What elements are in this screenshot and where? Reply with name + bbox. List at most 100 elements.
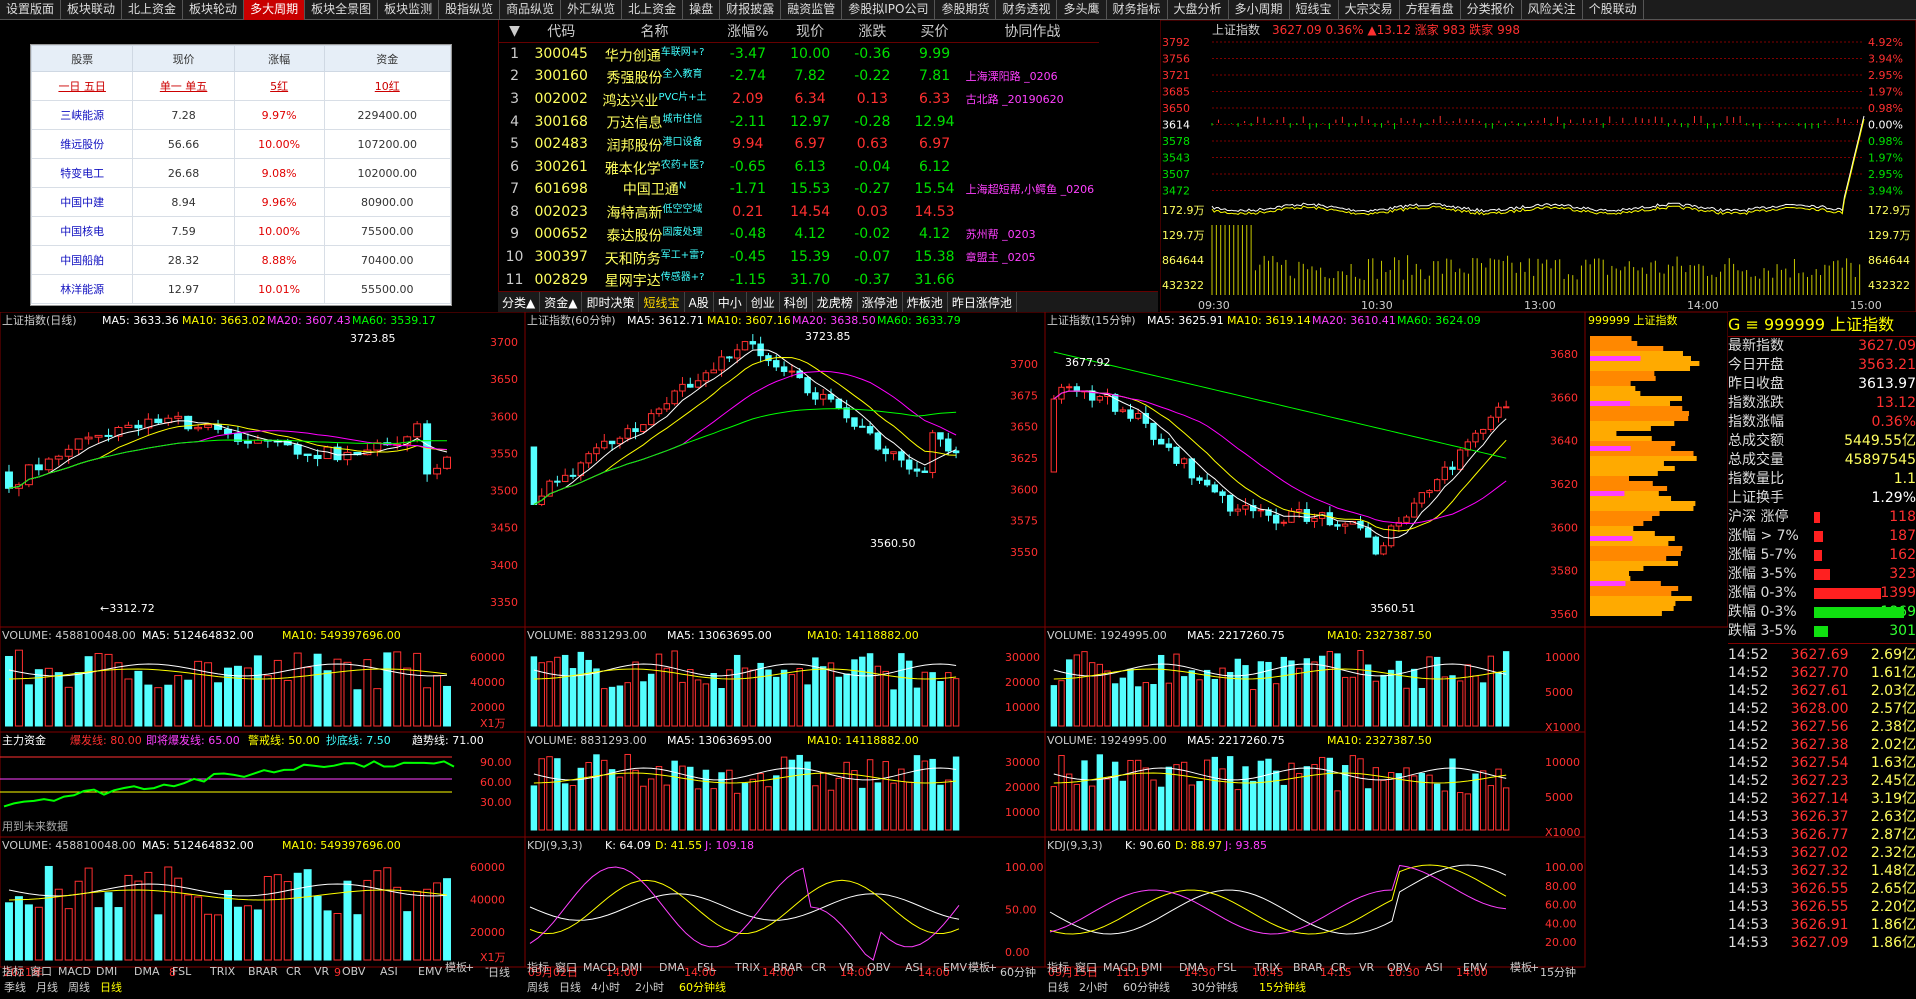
profile-bar — [1590, 366, 1691, 371]
stock-cell: -0.07 — [854, 249, 891, 266]
table-row[interactable]: 6 300261 雅本化学农药+医? -0.65 6.13 -0.04 6.12 — [499, 156, 1099, 179]
tab-12[interactable]: 财报披露 — [720, 0, 782, 20]
m60-vol-bar — [561, 654, 569, 727]
stock-header-1[interactable]: 代码 — [530, 20, 593, 43]
intraday-tick: 3685 — [1162, 86, 1190, 99]
table-row[interactable]: 中国核电 7.59 10.00% 75500.00 — [30, 216, 452, 246]
intraday-tick: 3721 — [1162, 69, 1190, 82]
table-row[interactable]: 三峡能源 7.28 9.97% 229400.00 — [30, 100, 452, 130]
table-row[interactable]: 10 300397 天和防务军工+雷? -0.45 15.39 -0.07 15.38 章盟主… — [499, 246, 1099, 269]
stock-header-5[interactable]: 涨跌 — [841, 20, 904, 43]
stock-header-0[interactable]: ▼ — [499, 20, 531, 43]
stock-cell: -2.74 — [729, 68, 766, 85]
daily-vol2-bar — [34, 906, 43, 961]
table-row[interactable]: 3 002002 鸿达兴业PVC片+土 2.09 6.34 0.13 6.33 古北路 _20… — [499, 88, 1099, 111]
tab-24[interactable]: 分类报价 — [1461, 0, 1522, 20]
tab-11[interactable]: 操盘 — [683, 0, 721, 20]
indicator-BRAR: BRAR — [773, 961, 803, 974]
indicator-BRAR: BRAR — [248, 965, 278, 978]
table-row[interactable]: 林洋能源 12.97 10.01% 55500.00 — [30, 274, 452, 304]
tab-3[interactable]: 板块轮动 — [183, 0, 245, 20]
tick-price: 3627.69 — [1790, 647, 1849, 663]
tab-14[interactable]: 参股拟IPO公司 — [842, 0, 936, 20]
tab-8[interactable]: 商品纵览 — [500, 0, 562, 20]
table-row[interactable]: 中国船舶 28.32 8.88% 70400.00 — [30, 245, 452, 275]
category-0[interactable]: 分类▲ — [498, 292, 541, 312]
category-2[interactable]: 即时决策 — [582, 292, 640, 312]
m60-vol2-bar — [812, 785, 819, 831]
tab-2[interactable]: 北上资金 — [122, 0, 184, 20]
tab-23[interactable]: 方程看盘 — [1400, 0, 1461, 20]
table-row[interactable]: 11 002829 星网宇达传感器+? -1.15 31.70 -0.37 31.66 — [499, 268, 1099, 291]
daily-vol-bar — [423, 687, 432, 727]
category-8[interactable]: 龙虎榜 — [813, 292, 858, 312]
tab-10[interactable]: 北上资金 — [622, 0, 684, 20]
category-10[interactable]: 炸板池 — [903, 292, 948, 312]
stock-cell: 601698 — [534, 181, 588, 198]
tab-9[interactable]: 外汇纵览 — [561, 0, 623, 20]
tab-13[interactable]: 融资监管 — [781, 0, 843, 20]
m15-vol-bar — [1127, 668, 1134, 727]
tab-0[interactable]: 设置版面 — [0, 0, 62, 20]
tab-19[interactable]: 大盘分析 — [1168, 0, 1229, 20]
table-row[interactable]: 2 300160 秀强股份全入教育 -2.74 7.82 -0.22 7.81 上海溧阳路 _… — [499, 65, 1099, 88]
daily-vol-tick: 40000 — [470, 676, 505, 689]
tab-26[interactable]: 个股联动 — [1583, 0, 1644, 20]
table-row[interactable]: 维远股份 56.66 10.00% 107200.00 — [30, 129, 452, 159]
stock-cell: 0.03 — [856, 203, 888, 220]
tab-18[interactable]: 财务指标 — [1107, 0, 1168, 20]
daily-vol2-bar — [114, 907, 123, 961]
tab-22[interactable]: 大宗交易 — [1339, 0, 1400, 20]
table-row[interactable]: 8 002023 海特高新低空空域 0.21 14.54 0.03 14.53 — [499, 200, 1099, 223]
tick-row: 14:52 3627.70 1.61亿 — [1728, 664, 1916, 682]
tab-15[interactable]: 参股期货 — [935, 0, 997, 20]
category-6[interactable]: 创业 — [747, 292, 780, 312]
tab-7[interactable]: 股指纵览 — [439, 0, 501, 20]
table-row[interactable]: 5 002483 润邦股份港口设备 9.94 6.97 0.63 6.97 — [499, 133, 1099, 156]
stock-header-6[interactable]: 买价 — [903, 20, 966, 43]
watch-sort-3[interactable]: 10红 — [323, 71, 452, 101]
category-3[interactable]: 短线宝 — [639, 292, 685, 312]
daily-high-label: 3723.85 — [350, 332, 396, 345]
m15-candle — [1372, 536, 1380, 555]
tab-1[interactable]: 板块联动 — [61, 0, 123, 20]
m60-vol2-bar — [624, 753, 631, 831]
tab-20[interactable]: 多小周期 — [1229, 0, 1290, 20]
stock-header-3[interactable]: 涨幅% — [716, 20, 779, 43]
watch-sort-0[interactable]: 一日 五日 — [30, 71, 134, 101]
tab-21[interactable]: 短线宝 — [1290, 0, 1339, 20]
tab-16[interactable]: 财务透视 — [996, 0, 1058, 20]
m15-vol2-bar — [1441, 790, 1449, 831]
category-5[interactable]: 中小 — [714, 292, 747, 312]
m15-kdj-tick: 40.00 — [1545, 917, 1577, 930]
tab-25[interactable]: 风险关注 — [1522, 0, 1583, 20]
period-日线: 日线 — [1047, 980, 1069, 994]
category-4[interactable]: A股 — [685, 292, 714, 312]
tab-5[interactable]: 板块全景图 — [305, 0, 379, 20]
tab-4[interactable]: 多大周期 — [244, 0, 306, 20]
tick-amount: 2.69亿 — [1870, 647, 1916, 663]
category-7[interactable]: 科创 — [780, 292, 813, 312]
daily-vol2-bar — [14, 896, 23, 961]
table-row[interactable]: 中国中建 8.94 9.96% 80900.00 — [30, 187, 452, 217]
table-row[interactable]: 7 601698 中国卫通N -1.71 15.53 -0.27 15.54 上海超短帮,小鳄… — [499, 178, 1099, 200]
table-row[interactable]: 特变电工 26.68 9.08% 102000.00 — [30, 158, 452, 188]
tab-17[interactable]: 多头鹰 — [1057, 0, 1107, 20]
watch-sort-1[interactable]: 单一 单五 — [132, 71, 235, 101]
table-row[interactable]: 1 300045 华力创通车联网+? -3.47 10.00 -0.36 9.99 — [499, 42, 1099, 65]
tab-6[interactable]: 板块监测 — [378, 0, 440, 20]
stock-header-7[interactable]: 协同作战 — [965, 20, 1099, 43]
watch-sort-2[interactable]: 5红 — [233, 71, 325, 101]
category-1[interactable]: 资金▲ — [540, 292, 583, 312]
tick-amount: 2.02亿 — [1870, 737, 1916, 753]
stock-cell: 0.63 — [856, 136, 888, 153]
category-11[interactable]: 昨日涨停池 — [948, 292, 1017, 312]
stock-header-4[interactable]: 现价 — [779, 20, 842, 43]
category-9[interactable]: 涨停池 — [858, 292, 903, 312]
ma20-label: MA20: 3638.50 — [792, 314, 876, 327]
m60-vol-bar — [952, 678, 960, 727]
table-row[interactable]: 4 300168 万达信息城市住信 -2.11 12.97 -0.28 12.94 — [499, 110, 1099, 133]
table-row[interactable]: 9 000652 泰达股份固废处理 -0.48 4.12 -0.02 4.12 苏州帮 _02… — [499, 223, 1099, 246]
stock-header-2[interactable]: 名称 — [592, 20, 717, 43]
profile-bar — [1590, 606, 1674, 611]
